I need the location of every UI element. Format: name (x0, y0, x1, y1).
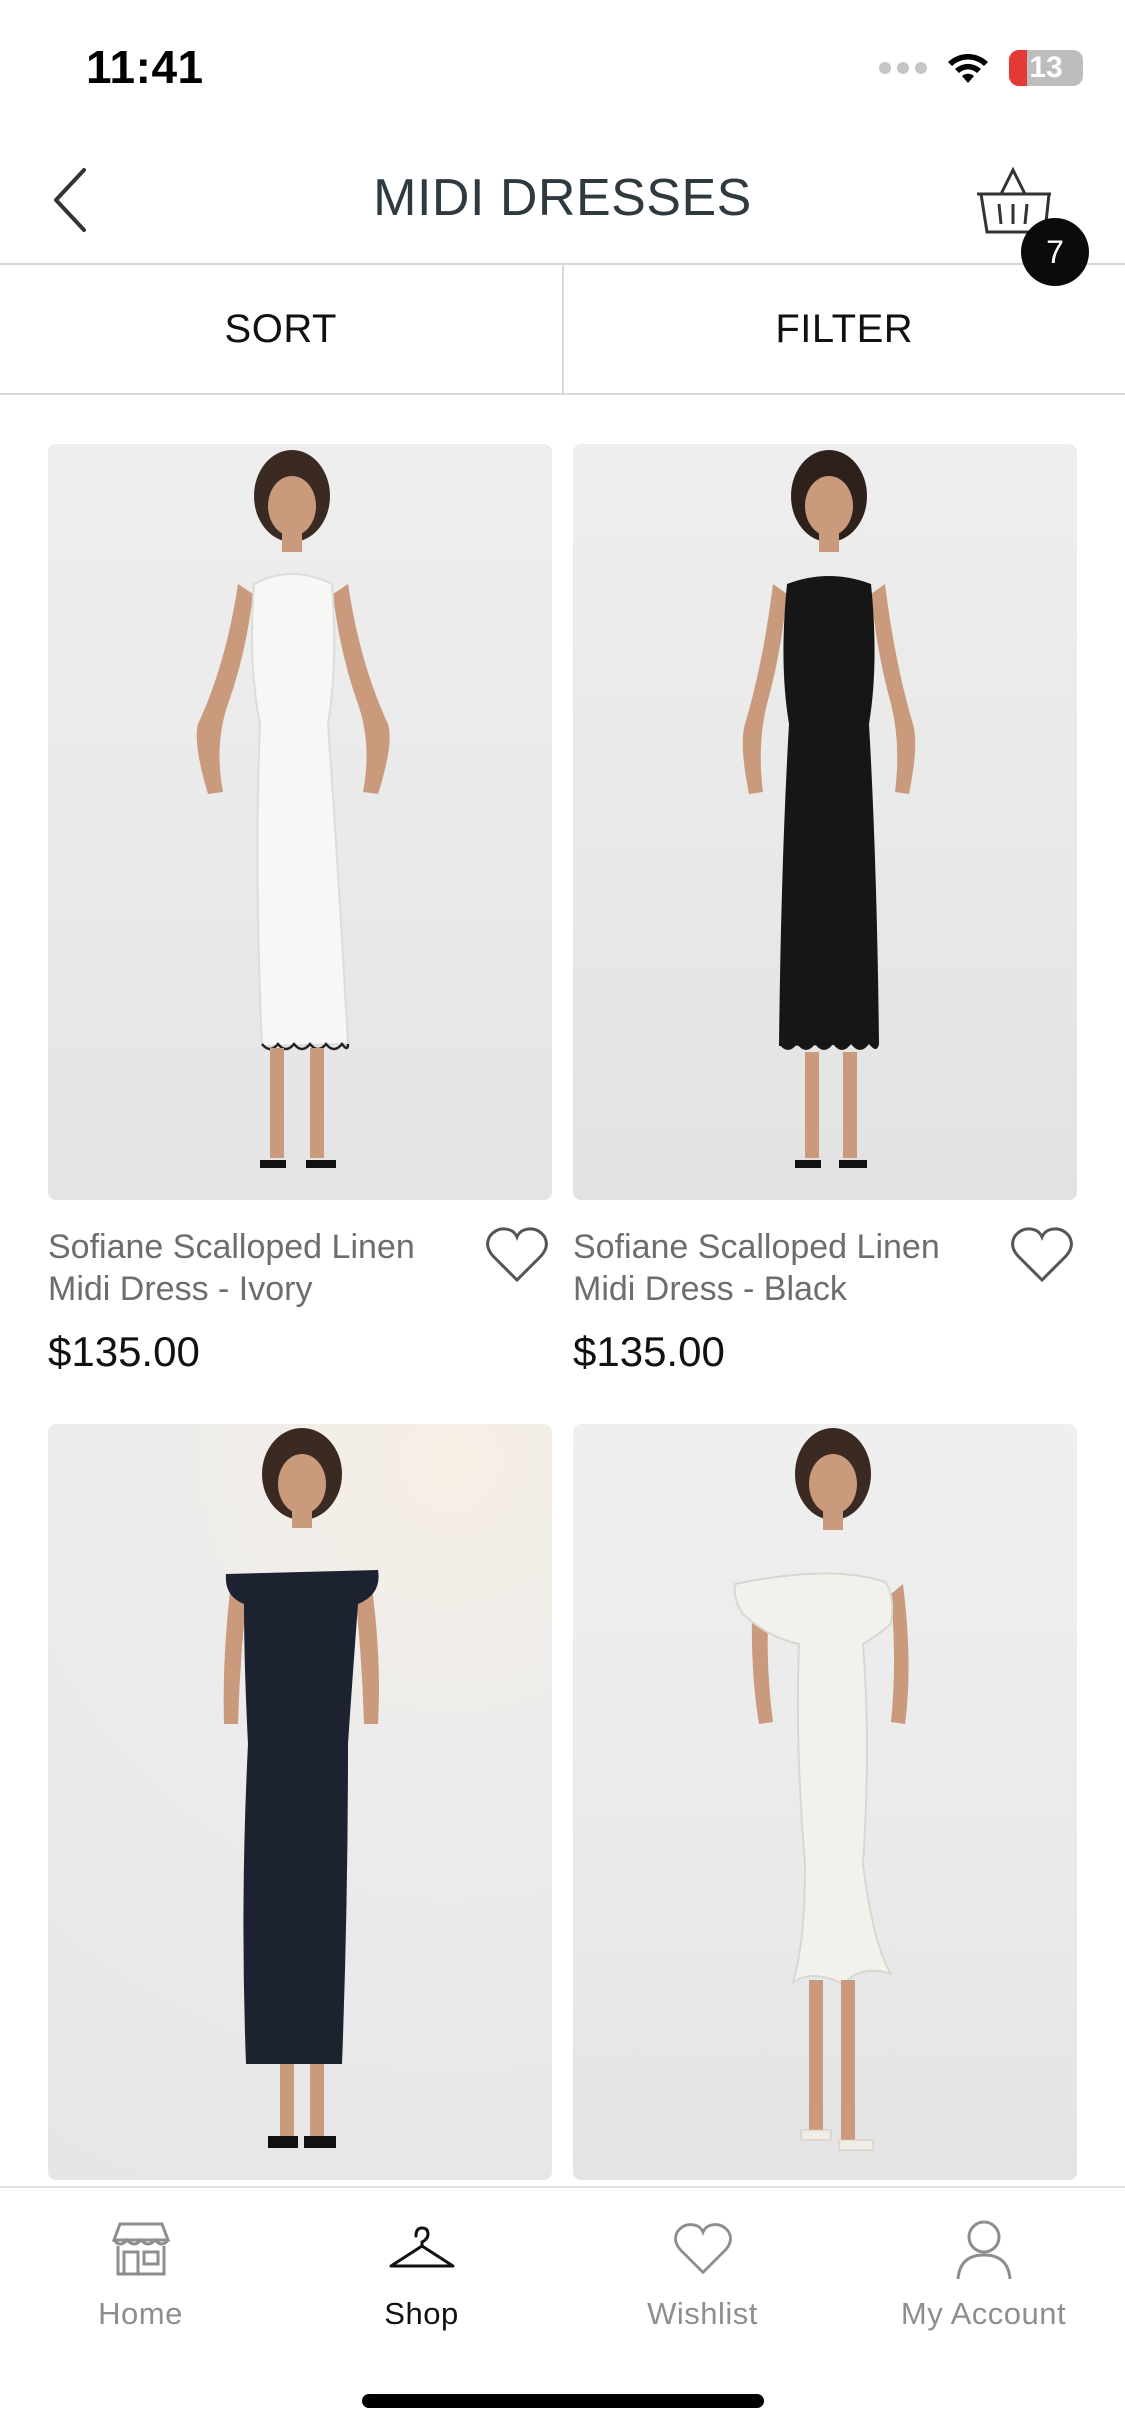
model-photo (223, 1428, 379, 2148)
product-card[interactable]: Sofiane Scalloped Linen Midi Dress - Ivo… (48, 444, 552, 1376)
product-info: Sofiane Scalloped Linen Midi Dress - Bla… (573, 1200, 1077, 1376)
product-price: $135.00 (48, 1328, 200, 1375)
model-photo (742, 450, 916, 1168)
home-indicator[interactable] (362, 2394, 764, 2408)
heart-outline-icon (1011, 1227, 1073, 1283)
battery-icon: 13 (1009, 50, 1083, 86)
tab-label: My Account (900, 2296, 1067, 2331)
status-indicators: 13 (879, 46, 1083, 90)
tab-home[interactable]: Home (0, 2188, 281, 2358)
product-name[interactable]: Sofiane Scalloped Linen Midi Dress - Ivo… (48, 1226, 468, 1310)
dress-shape (251, 573, 350, 1048)
hanger-icon (387, 2214, 457, 2284)
dress-shape (225, 1570, 379, 2064)
wishlist-toggle-button[interactable] (1009, 1224, 1077, 1290)
product-name[interactable]: Sofiane Scalloped Linen Midi Dress - Bla… (573, 1226, 993, 1310)
product-card[interactable] (48, 1424, 552, 2180)
status-time: 11:41 (86, 41, 204, 93)
battery-percent: 13 (1029, 51, 1063, 84)
sort-filter-bar: SORT FILTER (0, 265, 1125, 395)
dress-shape (779, 576, 879, 1046)
tab-label: Home (98, 2296, 183, 2331)
product-image[interactable] (573, 444, 1077, 1200)
cellular-signal-icon (879, 62, 927, 74)
user-icon (949, 2214, 1019, 2284)
tab-shop[interactable]: Shop (281, 2188, 562, 2358)
heart-icon (668, 2214, 738, 2284)
product-card[interactable] (573, 1424, 1077, 2180)
status-bar: 11:41 13 (0, 0, 1125, 132)
wifi-icon (948, 54, 988, 83)
product-info: Sofiane Scalloped Linen Midi Dress - Ivo… (48, 1200, 552, 1376)
tab-label: Shop (384, 2296, 459, 2331)
product-card[interactable]: Sofiane Scalloped Linen Midi Dress - Bla… (573, 444, 1077, 1376)
sort-button[interactable]: SORT (0, 265, 562, 393)
storefront-icon (106, 2214, 176, 2284)
product-image[interactable] (573, 1424, 1077, 2180)
tab-my-account[interactable]: My Account (843, 2188, 1124, 2358)
wishlist-toggle-button[interactable] (484, 1224, 552, 1290)
heart-outline-icon (486, 1227, 548, 1283)
tab-wishlist[interactable]: Wishlist (562, 2188, 843, 2358)
model-photo (733, 1428, 909, 2151)
tab-label: Wishlist (647, 2296, 758, 2331)
page-title: MIDI DRESSES (373, 169, 752, 227)
product-price: $135.00 (573, 1328, 725, 1375)
model-photo (196, 450, 390, 1168)
top-nav-bar: MIDI DRESSES 7 (0, 132, 1125, 286)
basket-button[interactable]: 7 (969, 158, 1089, 286)
product-image[interactable] (48, 444, 552, 1200)
product-image[interactable] (48, 1424, 552, 2180)
filter-button[interactable]: FILTER (561, 265, 1125, 393)
